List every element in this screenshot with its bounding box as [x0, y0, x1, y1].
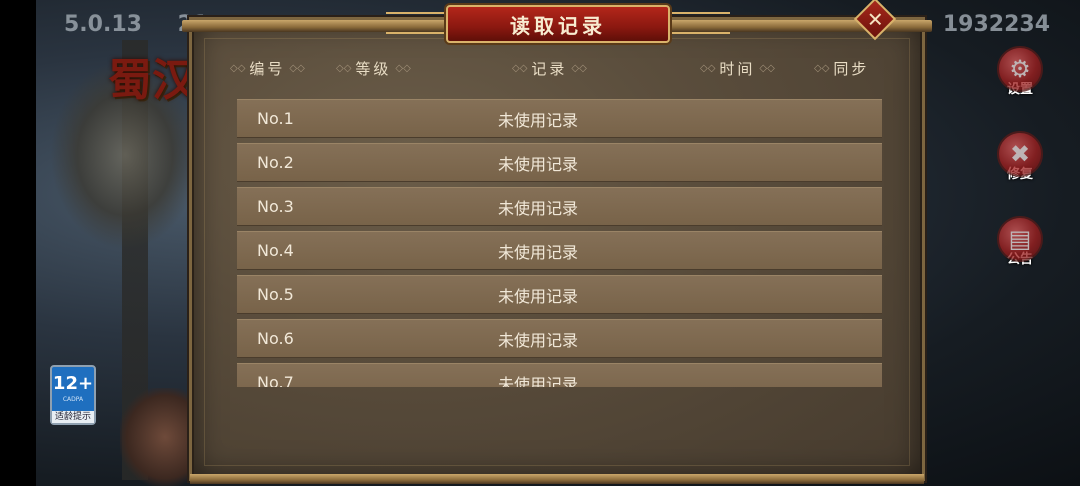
title-ornament-left — [386, 12, 446, 34]
record-id: No.5 — [257, 285, 294, 304]
ornament-icon: ◇◇ — [395, 63, 411, 74]
screen-notch-area — [0, 0, 36, 486]
wrench-icon: ✖ — [997, 131, 1043, 177]
record-status: 未使用记录 — [498, 374, 579, 388]
record-row[interactable]: No.7 未使用记录 — [237, 363, 882, 387]
record-status: 未使用记录 — [498, 154, 579, 174]
column-header-sync: ◇◇ 同步 — [814, 58, 869, 79]
record-id: No.1 — [257, 109, 294, 128]
age-rating-org: CADPA — [62, 396, 84, 403]
ornament-icon: ◇◇ — [512, 63, 528, 74]
record-row[interactable]: No.3 未使用记录 — [237, 187, 882, 226]
record-row[interactable]: No.5 未使用记录 — [237, 275, 882, 314]
player-uid: 1932234 — [942, 12, 1050, 37]
ornament-icon: ◇◇ — [700, 63, 716, 74]
column-header-sync-label: 同步 — [833, 60, 870, 78]
settings-button[interactable]: ⚙ 设置 — [996, 46, 1044, 97]
record-row[interactable]: No.4 未使用记录 — [237, 231, 882, 270]
game-background: 蜀汉传 5.0.13 21 1932234 ⚙ 设置 ✖ 修复 ▤ 公告 12+… — [0, 0, 1080, 486]
record-status: 未使用记录 — [498, 286, 579, 306]
record-id: No.7 — [257, 373, 294, 387]
column-header-id: ◇◇ 编号 ◇◇ — [230, 58, 305, 79]
record-id: No.6 — [257, 329, 294, 348]
gear-icon: ⚙ — [997, 46, 1043, 92]
record-status: 未使用记录 — [498, 330, 579, 350]
age-rating-number: 12+ — [52, 373, 94, 394]
notice-icon: ▤ — [997, 216, 1043, 262]
ornament-icon: ◇◇ — [571, 63, 587, 74]
column-header-record: ◇◇ 记录 ◇◇ — [512, 58, 587, 79]
record-status: 未使用记录 — [498, 242, 579, 262]
ornament-icon: ◇◇ — [814, 63, 830, 74]
dialog-title: 读取记录 — [510, 13, 606, 38]
column-header-level: ◇◇ 等级 ◇◇ — [336, 58, 411, 79]
ornament-icon: ◇◇ — [759, 63, 775, 74]
record-id: No.4 — [257, 241, 294, 260]
notice-button[interactable]: ▤ 公告 — [996, 216, 1044, 267]
close-icon: ✕ — [866, 6, 884, 31]
record-status: 未使用记录 — [498, 198, 579, 218]
ornament-icon: ◇◇ — [336, 63, 352, 74]
record-list[interactable]: No.1 未使用记录 No.2 未使用记录 No.3 未使用记录 No.4 未使… — [237, 98, 882, 387]
record-id: No.3 — [257, 197, 294, 216]
repair-button[interactable]: ✖ 修复 — [996, 131, 1044, 182]
dialog-title-plaque: 读取记录 — [446, 5, 670, 43]
record-id: No.2 — [257, 153, 294, 172]
age-rating-tip: 适龄提示 — [52, 411, 94, 423]
ornament-icon: ◇◇ — [230, 63, 246, 74]
age-rating-badge[interactable]: 12+ CADPA 适龄提示 — [50, 365, 96, 425]
version-number: 5.0.13 — [64, 12, 142, 37]
column-header-time: ◇◇ 时间 ◇◇ — [700, 58, 775, 79]
record-row[interactable]: No.6 未使用记录 — [237, 319, 882, 358]
column-header-record-label: 记录 — [531, 60, 568, 78]
record-row[interactable]: No.2 未使用记录 — [237, 143, 882, 182]
record-status: 未使用记录 — [498, 110, 579, 130]
ornament-icon: ◇◇ — [289, 63, 305, 74]
dialog-bottom-frame — [190, 474, 924, 484]
title-ornament-right — [670, 12, 730, 34]
column-header-level-label: 等级 — [355, 60, 392, 78]
column-header-time-label: 时间 — [719, 60, 756, 78]
record-row[interactable]: No.1 未使用记录 — [237, 99, 882, 138]
column-header-id-label: 编号 — [249, 60, 286, 78]
